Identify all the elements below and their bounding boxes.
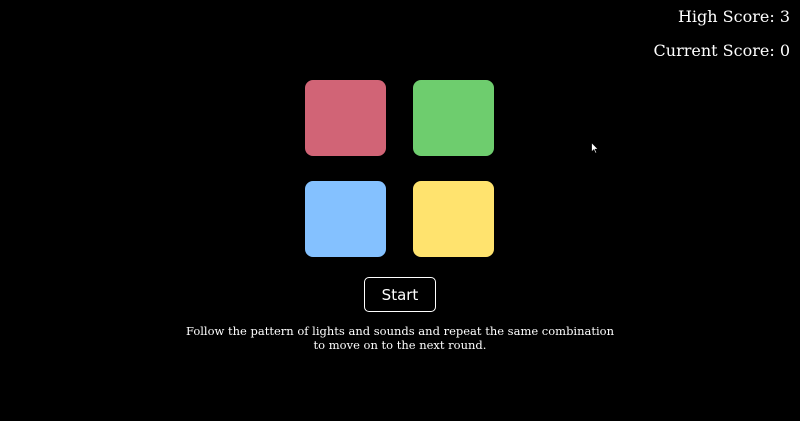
high-score: High Score: 3	[678, 7, 790, 26]
current-score: Current Score: 0	[654, 41, 790, 60]
high-score-label: High Score:	[677, 7, 775, 26]
instructions-text: Follow the pattern of lights and sounds …	[185, 324, 615, 352]
mouse-cursor-icon	[591, 142, 599, 154]
red-pad[interactable]	[305, 80, 386, 156]
high-score-value: 3	[779, 7, 790, 26]
start-button[interactable]: Start	[364, 277, 436, 312]
blue-pad[interactable]	[305, 181, 386, 257]
current-score-value: 0	[779, 41, 790, 60]
green-pad[interactable]	[413, 80, 494, 156]
yellow-pad[interactable]	[413, 181, 494, 257]
current-score-label: Current Score:	[653, 41, 775, 60]
